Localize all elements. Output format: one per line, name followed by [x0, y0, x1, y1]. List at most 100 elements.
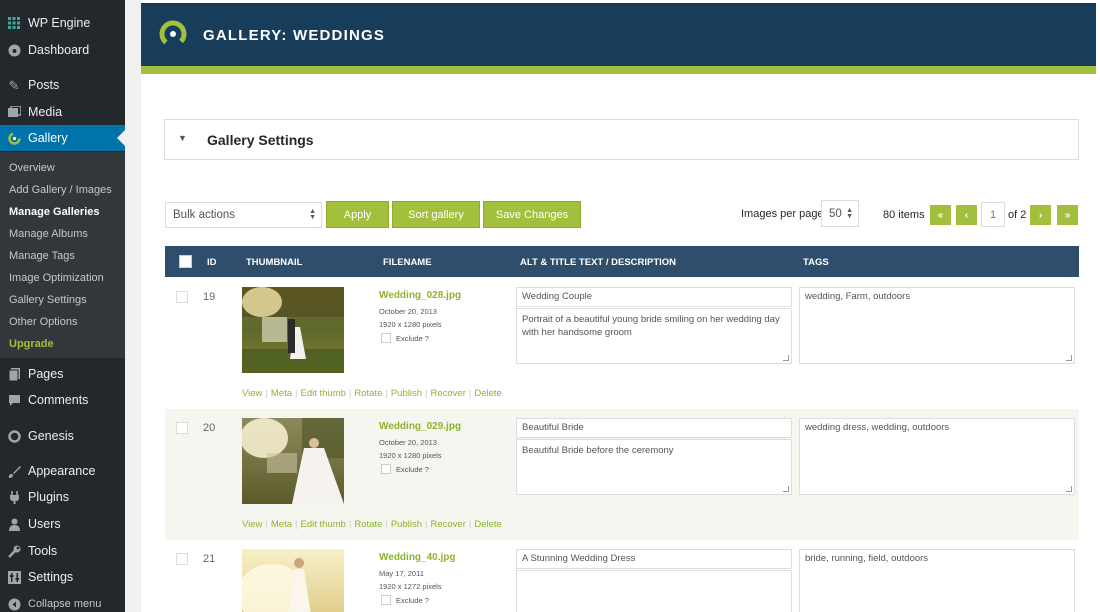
sidebar-item-comments[interactable]: Comments	[0, 387, 125, 413]
thumbnail-image[interactable]	[242, 549, 344, 612]
tags-textarea[interactable]: bride, running, field, outdoors	[799, 549, 1075, 612]
sidebar-item-media[interactable]: Media	[0, 99, 125, 125]
image-dimensions: 1920 x 1272 pixels	[379, 582, 442, 591]
row-checkbox[interactable]	[176, 422, 188, 434]
thumbnail-image[interactable]	[242, 418, 344, 504]
column-filename[interactable]: FILENAME	[383, 257, 432, 268]
resize-handle-icon[interactable]	[1066, 486, 1072, 492]
action-delete[interactable]: Delete	[474, 388, 501, 399]
table-row: 21 Wedding_40.jpg May 17, 2011 1920 x 12…	[165, 540, 1079, 612]
alt-title-input[interactable]: Beautiful Bride	[516, 418, 792, 438]
action-meta[interactable]: Meta	[271, 388, 292, 399]
submenu-manage-tags[interactable]: Manage Tags	[9, 250, 75, 262]
submenu-image-optimization[interactable]: Image Optimization	[9, 272, 104, 284]
sidebar-item-label: Tools	[28, 544, 58, 558]
gallery-settings-panel[interactable]: ▼ Gallery Settings	[164, 119, 1079, 160]
filename-link[interactable]: Wedding_029.jpg	[379, 421, 461, 432]
row-checkbox[interactable]	[176, 291, 188, 303]
row-id: 20	[203, 422, 216, 434]
action-publish[interactable]: Publish	[391, 388, 422, 399]
thumbnail-image[interactable]	[242, 287, 344, 373]
apply-button[interactable]: Apply	[326, 201, 389, 228]
action-view[interactable]: View	[242, 519, 262, 530]
sidebar-item-appearance[interactable]: Appearance	[0, 458, 125, 484]
image-date: October 20, 2013	[379, 307, 437, 316]
page-title: GALLERY: WEDDINGS	[203, 27, 386, 44]
resize-handle-icon[interactable]	[783, 355, 789, 361]
row-checkbox[interactable]	[176, 553, 188, 565]
save-changes-button[interactable]: Save Changes	[483, 201, 581, 228]
image-date: October 20, 2013	[379, 438, 437, 447]
sidebar-item-settings[interactable]: Settings	[0, 564, 125, 590]
row-id: 21	[203, 553, 216, 565]
sidebar-item-tools[interactable]: Tools	[0, 538, 125, 564]
bulk-actions-select[interactable]: Bulk actions ▲ ▼	[165, 202, 322, 228]
alt-title-input[interactable]: Wedding Couple	[516, 287, 792, 307]
action-edit-thumb[interactable]: Edit thumb	[300, 519, 345, 530]
action-recover[interactable]: Recover	[430, 388, 465, 399]
collapse-triangle-icon[interactable]: ▼	[178, 133, 187, 143]
action-delete[interactable]: Delete	[474, 519, 501, 530]
action-meta[interactable]: Meta	[271, 519, 292, 530]
description-text: Beautiful Bride before the ceremony	[522, 445, 674, 456]
action-publish[interactable]: Publish	[391, 519, 422, 530]
resize-handle-icon[interactable]	[783, 486, 789, 492]
select-all-checkbox[interactable]	[179, 255, 192, 268]
action-rotate[interactable]: Rotate	[354, 519, 382, 530]
next-page-button[interactable]: ›	[1030, 205, 1051, 225]
collapse-menu-button[interactable]: Collapse menu	[0, 591, 125, 612]
current-page-input[interactable]: 1	[981, 202, 1005, 227]
column-tags: TAGS	[803, 257, 829, 268]
submenu-add-gallery[interactable]: Add Gallery / Images	[9, 184, 112, 196]
sidebar-item-posts[interactable]: ✎ Posts	[0, 72, 125, 98]
sidebar-item-label: Dashboard	[28, 43, 90, 57]
submenu-manage-galleries[interactable]: Manage Galleries	[9, 206, 100, 218]
tags-textarea[interactable]: wedding, Farm, outdoors	[799, 287, 1075, 364]
prev-page-button[interactable]: ‹	[956, 205, 977, 225]
items-count: 80 items	[883, 209, 925, 221]
submenu-overview[interactable]: Overview	[9, 162, 55, 174]
gallery-settings-title: Gallery Settings	[207, 132, 314, 148]
action-view[interactable]: View	[242, 388, 262, 399]
description-textarea[interactable]	[516, 570, 792, 612]
exclude-checkbox[interactable]	[381, 464, 391, 474]
gallery-logo-icon	[159, 20, 187, 48]
sidebar-item-plugins[interactable]: Plugins	[0, 484, 125, 510]
wrench-icon	[7, 544, 21, 558]
exclude-checkbox[interactable]	[381, 595, 391, 605]
column-id[interactable]: ID	[207, 257, 217, 268]
action-recover[interactable]: Recover	[430, 519, 465, 530]
submenu-manage-albums[interactable]: Manage Albums	[9, 228, 88, 240]
description-text: Portrait of a beautiful young bride smil…	[522, 314, 780, 338]
description-textarea[interactable]: Beautiful Bride before the ceremony	[516, 439, 792, 495]
sidebar-item-wp-engine[interactable]: WP Engine	[0, 10, 125, 36]
media-icon	[7, 105, 21, 119]
sidebar-item-gallery[interactable]: Gallery	[0, 125, 125, 151]
alt-title-input[interactable]: A Stunning Wedding Dress	[516, 549, 792, 569]
tags-text: wedding, Farm, outdoors	[805, 291, 911, 302]
plug-icon	[7, 490, 21, 504]
action-edit-thumb[interactable]: Edit thumb	[300, 388, 345, 399]
user-icon	[7, 517, 21, 531]
sidebar-item-genesis[interactable]: Genesis	[0, 423, 125, 449]
images-per-page-label: Images per page:	[741, 208, 827, 220]
description-textarea[interactable]: Portrait of a beautiful young bride smil…	[516, 308, 792, 364]
sidebar-item-label: Comments	[28, 393, 89, 407]
first-page-button[interactable]: «	[930, 205, 951, 225]
last-page-button[interactable]: »	[1057, 205, 1078, 225]
exclude-checkbox[interactable]	[381, 333, 391, 343]
images-per-page-select[interactable]: 50 ▲ ▼	[821, 200, 859, 227]
submenu-gallery-settings[interactable]: Gallery Settings	[9, 294, 87, 306]
action-rotate[interactable]: Rotate	[354, 388, 382, 399]
filename-link[interactable]: Wedding_028.jpg	[379, 290, 461, 301]
sidebar-item-pages[interactable]: Pages	[0, 361, 125, 387]
submenu-other-options[interactable]: Other Options	[9, 316, 77, 328]
tags-textarea[interactable]: wedding dress, wedding, outdoors	[799, 418, 1075, 495]
resize-handle-icon[interactable]	[1066, 355, 1072, 361]
sidebar-item-users[interactable]: Users	[0, 511, 125, 537]
filename-link[interactable]: Wedding_40.jpg	[379, 552, 456, 563]
comment-icon	[7, 393, 21, 407]
submenu-upgrade[interactable]: Upgrade	[9, 338, 54, 350]
sidebar-item-dashboard[interactable]: Dashboard	[0, 37, 125, 63]
sort-gallery-button[interactable]: Sort gallery	[392, 201, 480, 228]
